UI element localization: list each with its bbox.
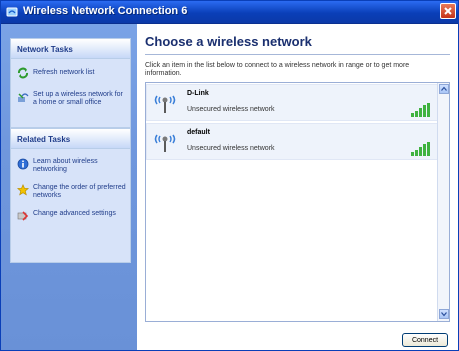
instructions-text: Click an item in the list below to conne… bbox=[145, 62, 410, 77]
network-tasks-panel: Network Tasks Refresh network list Set u… bbox=[10, 38, 131, 128]
related-tasks-panel: Related Tasks Learn about wireless netwo… bbox=[10, 128, 131, 263]
refresh-network-list-label: Refresh network list bbox=[33, 69, 95, 76]
change-preferred-order-link[interactable]: Change the order of preferred networks bbox=[17, 184, 129, 202]
wireless-antenna-icon bbox=[154, 134, 176, 152]
list-scrollbar[interactable] bbox=[437, 83, 449, 321]
close-button[interactable] bbox=[440, 3, 456, 19]
star-icon bbox=[17, 184, 29, 196]
scroll-down-button[interactable] bbox=[439, 309, 449, 319]
sidebar: Network Tasks Refresh network list Set u… bbox=[1, 24, 137, 350]
signal-strength-icon bbox=[411, 103, 430, 117]
related-tasks-heading: Related Tasks bbox=[11, 129, 130, 149]
settings-icon bbox=[17, 211, 29, 221]
network-item-dlink[interactable]: D-Link Unsecured wireless network bbox=[146, 84, 438, 121]
change-advanced-settings-link[interactable]: Change advanced settings bbox=[17, 210, 129, 228]
wireless-antenna-icon bbox=[154, 95, 176, 113]
network-item-default[interactable]: default Unsecured wireless network bbox=[146, 123, 438, 160]
change-advanced-settings-label: Change advanced settings bbox=[33, 210, 116, 217]
wireless-network-window: Wireless Network Connection 6 Network Ta… bbox=[0, 0, 459, 351]
set-up-wireless-network-label: Set up a wireless network for a home or … bbox=[33, 91, 123, 106]
scroll-up-button[interactable] bbox=[439, 84, 449, 94]
learn-about-wireless-link[interactable]: Learn about wireless networking bbox=[17, 158, 129, 176]
learn-about-wireless-label: Learn about wireless networking bbox=[33, 158, 98, 173]
window-title: Wireless Network Connection 6 bbox=[23, 5, 188, 17]
title-bar[interactable]: Wireless Network Connection 6 bbox=[1, 1, 458, 24]
signal-strength-icon bbox=[411, 142, 430, 156]
chevron-up-icon bbox=[441, 86, 447, 91]
change-preferred-order-label: Change the order of preferred networks bbox=[33, 184, 126, 199]
wireless-setup-icon bbox=[18, 93, 29, 102]
chevron-down-icon bbox=[441, 312, 447, 317]
connect-button-label: Connect bbox=[411, 337, 439, 344]
network-security-status: Unsecured wireless network bbox=[187, 106, 275, 113]
set-up-wireless-network-link[interactable]: Set up a wireless network for a home or … bbox=[17, 91, 129, 113]
refresh-network-list-link[interactable]: Refresh network list bbox=[17, 67, 129, 79]
connect-button[interactable]: Connect bbox=[402, 333, 448, 347]
refresh-icon bbox=[18, 67, 28, 79]
title-divider bbox=[145, 54, 450, 55]
network-name: D-Link bbox=[187, 90, 209, 97]
network-tasks-heading: Network Tasks bbox=[11, 39, 130, 59]
network-name: default bbox=[187, 129, 210, 136]
wireless-network-icon bbox=[6, 7, 18, 17]
page-title: Choose a wireless network bbox=[145, 34, 312, 49]
network-list[interactable]: D-Link Unsecured wireless network defaul… bbox=[145, 82, 450, 322]
close-icon bbox=[444, 7, 452, 15]
main-content: Choose a wireless network Click an item … bbox=[137, 24, 458, 350]
info-icon bbox=[17, 158, 29, 170]
network-security-status: Unsecured wireless network bbox=[187, 145, 275, 152]
